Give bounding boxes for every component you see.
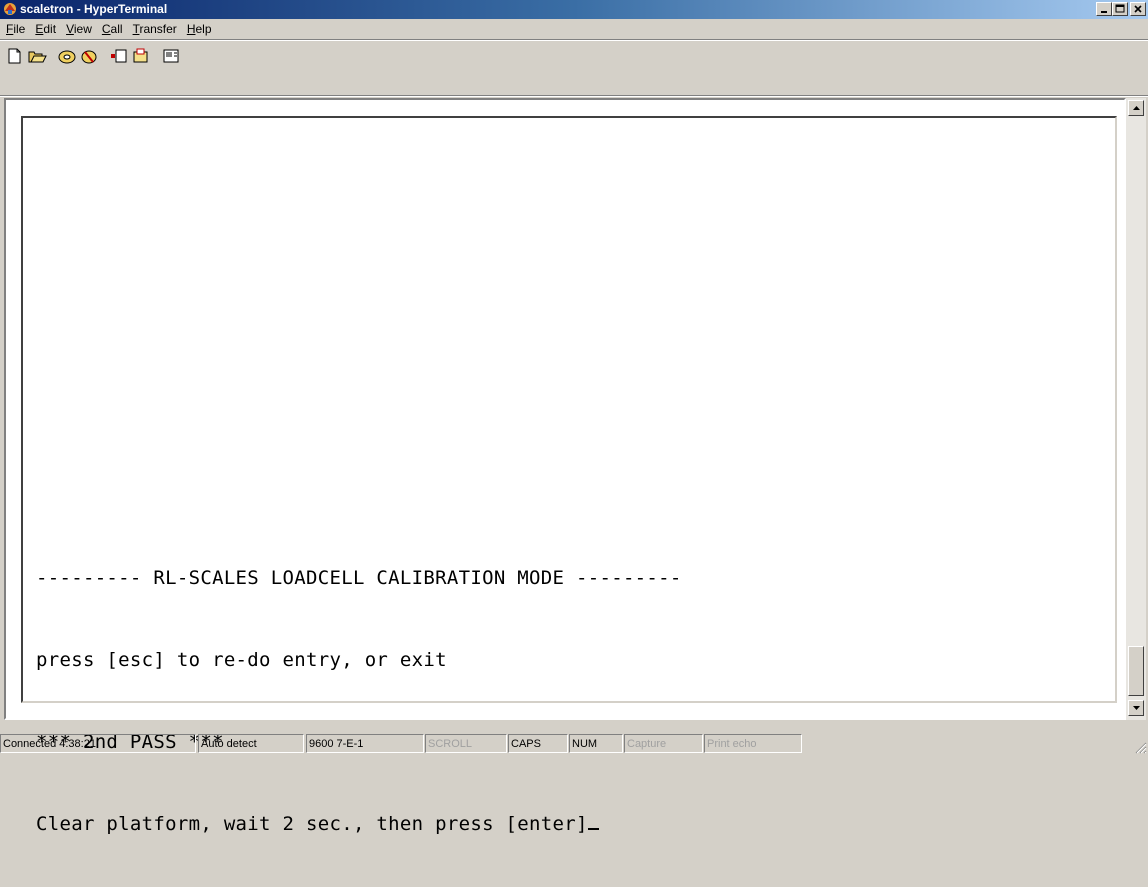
minimize-icon [1101,11,1107,13]
close-icon [1134,5,1142,13]
call-icon [58,50,76,64]
menu-call[interactable]: Call [97,20,128,38]
status-scroll: SCROLL [425,734,507,753]
send-icon [111,49,127,63]
terminal-line-text: Clear platform, wait 2 sec., then press … [36,813,588,835]
text-cursor [587,828,599,830]
terminal-area[interactable]: --------- RL-SCALES LOADCELL CALIBRATION… [4,98,1126,835]
status-detect: Auto detect [198,734,304,753]
menu-view[interactable]: View [61,20,97,38]
status-print-echo: Print echo [704,734,802,753]
title-bar[interactable]: scaletron - HyperTerminal [0,0,1148,19]
maximize-icon [1115,4,1125,13]
terminal-line: press [esc] to re-do entry, or exit [36,649,447,671]
window-title: scaletron - HyperTerminal [20,2,168,16]
call-button[interactable] [55,45,79,67]
minimize-button[interactable] [1096,2,1112,16]
status-connection: Connected 4:38:21 [0,734,196,753]
disconnect-icon [81,50,97,64]
open-icon [28,51,47,63]
receive-button[interactable] [129,45,153,67]
receive-icon [133,48,148,63]
toolbar-bottom-divider [0,95,1148,97]
menu-bar: File Edit View Call Transfer Help [0,19,1148,39]
arrow-down-icon [1133,706,1140,710]
close-button[interactable] [1130,2,1146,16]
status-bar: Connected 4:38:21 Auto detect 9600 7-E-1… [0,733,1148,755]
status-caps: CAPS [508,734,568,753]
menu-help[interactable]: Help [182,20,217,38]
status-num: NUM [569,734,623,753]
toolbar [0,39,1148,97]
terminal-line-last: Clear platform, wait 2 sec., then press … [36,805,1115,843]
menu-edit[interactable]: Edit [30,20,61,38]
maximize-button[interactable] [1112,2,1128,16]
menu-file[interactable]: File [0,20,30,38]
properties-button[interactable] [159,45,183,67]
new-button[interactable] [3,45,27,67]
vertical-scrollbar[interactable] [1126,98,1146,720]
menu-transfer[interactable]: Transfer [128,20,182,38]
terminal-screen[interactable]: --------- RL-SCALES LOADCELL CALIBRATION… [21,116,1117,835]
properties-icon [163,49,179,63]
new-icon [8,48,21,64]
status-settings: 9600 7-E-1 [306,734,424,753]
scrollbar-thumb[interactable] [1128,646,1144,696]
terminal-line: --------- RL-SCALES LOADCELL CALIBRATION… [36,567,682,589]
disconnect-button[interactable] [77,45,101,67]
hyperterminal-icon[interactable] [2,1,18,17]
scroll-up-button[interactable] [1128,100,1144,116]
toolbar-top-divider [0,39,1148,41]
open-button[interactable] [25,45,49,67]
send-button[interactable] [107,45,131,67]
scroll-down-button[interactable] [1128,700,1144,716]
resize-grip-icon[interactable] [1133,740,1147,754]
arrow-up-icon [1133,106,1140,110]
terminal-output: --------- RL-SCALES LOADCELL CALIBRATION… [36,515,1115,887]
status-capture: Capture [624,734,703,753]
